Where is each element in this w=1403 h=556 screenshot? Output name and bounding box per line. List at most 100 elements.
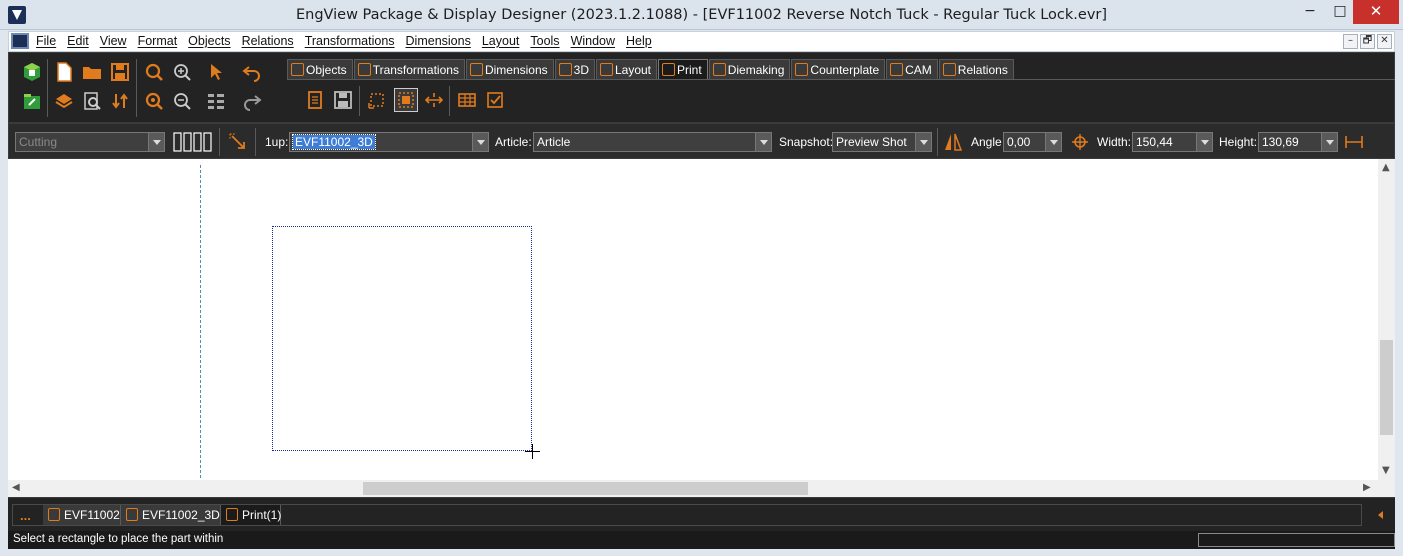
objects-icon [291, 63, 304, 76]
chevron-down-icon[interactable] [472, 133, 488, 151]
close-button[interactable]: ✕ [1353, 0, 1399, 24]
open-folder-icon[interactable] [81, 61, 103, 83]
counterplate-icon [795, 63, 809, 76]
zoom-icon[interactable] [143, 61, 165, 83]
drawing-canvas[interactable]: ▲ ▼ ◀ ▶ [8, 159, 1395, 497]
more-tabs-button[interactable]: ... [20, 508, 31, 523]
snapshot-label: Snapshot: [779, 135, 834, 149]
crosshair-cursor-icon [525, 444, 540, 459]
scroll-up-icon[interactable]: ▲ [1382, 162, 1390, 173]
undo-icon[interactable] [241, 61, 263, 83]
tab-diemaking[interactable]: Diemaking [708, 59, 791, 79]
stretch-icon[interactable] [423, 89, 445, 111]
grid-view-icon[interactable] [205, 90, 227, 112]
zoom-in-icon[interactable] [171, 61, 193, 83]
scroll-tabs-left-icon[interactable] [1378, 511, 1383, 519]
check-frame-icon[interactable] [484, 89, 506, 111]
tab-objects[interactable]: Objects [287, 59, 353, 79]
tab-3d[interactable]: 3D [554, 59, 595, 79]
chevron-down-icon[interactable] [1045, 133, 1061, 151]
tab-transformations[interactable]: Transformations [353, 59, 465, 79]
height-input[interactable]: 130,69 [1258, 132, 1338, 152]
vertical-scroll-thumb[interactable] [1380, 340, 1393, 435]
document-icon [48, 508, 60, 521]
scroll-down-icon[interactable]: ▼ [1382, 465, 1390, 476]
toolbar-separator [255, 128, 256, 156]
chevron-down-icon[interactable] [148, 133, 164, 151]
document-icon[interactable] [11, 33, 29, 49]
redo-icon[interactable] [241, 90, 263, 112]
save-icon[interactable] [109, 61, 131, 83]
snapshot-value: Preview Shot [836, 135, 907, 149]
doc-tab-print[interactable]: Print(1) [221, 505, 281, 525]
menu-relations[interactable]: Relations [242, 34, 294, 48]
mdi-close-button[interactable]: ✕ [1377, 34, 1392, 49]
pick-arrow-icon[interactable] [227, 131, 249, 153]
open-project-icon[interactable] [21, 90, 43, 112]
menu-layout[interactable]: Layout [482, 34, 520, 48]
menu-help[interactable]: Help [626, 34, 652, 48]
horizontal-scrollbar[interactable]: ◀ ▶ [8, 480, 1378, 497]
relations-icon [942, 63, 956, 76]
menu-dimensions[interactable]: Dimensions [406, 34, 471, 48]
tab-dimensions[interactable]: Dimensions [465, 59, 554, 79]
place-rectangle-icon[interactable] [366, 89, 388, 111]
menu-view[interactable]: View [100, 34, 127, 48]
import-icon[interactable] [53, 90, 75, 112]
fit-frame-icon[interactable] [394, 88, 418, 112]
menu-objects[interactable]: Objects [188, 34, 230, 48]
scroll-right-icon[interactable]: ▶ [1363, 482, 1371, 493]
diemaking-icon [712, 63, 726, 76]
doc-tab-evf11002[interactable]: EVF11002 [43, 505, 121, 525]
new-file-icon[interactable] [53, 61, 75, 83]
document-tabs: ... EVF11002 EVF11002_3D Print(1) [12, 504, 1362, 526]
crosshair-target-icon[interactable] [1069, 131, 1091, 153]
doc-tab-evf11002-3d[interactable]: EVF11002_3D [121, 505, 221, 525]
document-tabs-bar: ... EVF11002 EVF11002_3D Print(1) [8, 497, 1395, 531]
save-print-icon[interactable] [332, 89, 354, 111]
chevron-down-icon[interactable] [755, 133, 771, 151]
scroll-left-icon[interactable]: ◀ [12, 482, 20, 493]
article-dropdown[interactable]: Article [533, 132, 772, 152]
selection-rectangle [272, 226, 532, 451]
menu-window[interactable]: Window [571, 34, 615, 48]
mirror-icon[interactable] [942, 131, 964, 153]
vertical-scrollbar[interactable]: ▲ ▼ [1378, 159, 1395, 480]
snapshot-dropdown[interactable]: Preview Shot [832, 132, 932, 152]
width-input[interactable]: 150,44 [1132, 132, 1213, 152]
oneup-dropdown[interactable]: EVF11002_3D [289, 132, 489, 152]
swap-icon[interactable] [109, 90, 131, 112]
tab-cam[interactable]: CAM [886, 59, 938, 79]
mode-dropdown[interactable]: Cutting [15, 132, 165, 152]
tab-layout[interactable]: Layout [595, 59, 658, 79]
menu-file[interactable]: File [36, 34, 56, 48]
layout-bars-icon[interactable] [173, 131, 213, 153]
tab-relations[interactable]: Relations [938, 59, 1014, 79]
print-document-icon[interactable] [304, 89, 326, 111]
select-pointer-icon[interactable] [205, 61, 227, 83]
menu-edit[interactable]: Edit [67, 34, 89, 48]
zoom-out-icon[interactable] [171, 90, 193, 112]
menu-tools[interactable]: Tools [530, 34, 559, 48]
chevron-down-icon[interactable] [1321, 133, 1337, 151]
mdi-minimize-button[interactable]: – [1343, 34, 1358, 49]
minimize-button[interactable]: − [1295, 0, 1325, 24]
menu-format[interactable]: Format [138, 34, 178, 48]
tab-counterplate[interactable]: Counterplate [791, 59, 886, 79]
horizontal-scroll-thumb[interactable] [363, 482, 808, 495]
width-dimension-icon[interactable] [1343, 131, 1365, 153]
print-preview-icon[interactable] [81, 90, 103, 112]
maximize-button[interactable]: □ [1325, 0, 1355, 24]
table-icon[interactable] [456, 89, 478, 111]
chevron-down-icon[interactable] [1196, 133, 1212, 151]
menu-transformations[interactable]: Transformations [305, 34, 395, 48]
status-panel [1198, 533, 1395, 547]
cube-logo-icon[interactable] [21, 61, 43, 83]
tab-label: Diemaking [727, 62, 785, 77]
zoom-all-icon[interactable] [143, 90, 165, 112]
mode-value: Cutting [19, 135, 58, 149]
tab-print[interactable]: Print [658, 59, 708, 79]
chevron-down-icon[interactable] [915, 133, 931, 151]
mdi-restore-button[interactable]: 🗗 [1360, 34, 1375, 49]
angle-input[interactable]: 0,00 [1003, 132, 1062, 152]
